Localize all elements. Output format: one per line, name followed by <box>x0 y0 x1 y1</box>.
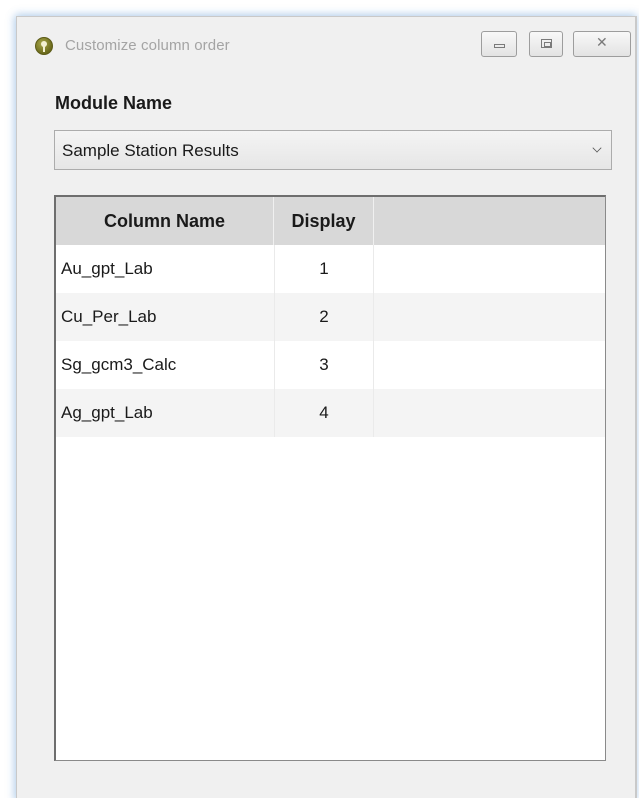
minimize-icon <box>494 44 505 48</box>
chevron-down-icon <box>592 143 602 153</box>
column-header-filler <box>374 197 605 245</box>
window-title: Customize column order <box>65 37 230 54</box>
table-row[interactable]: Sg_gcm3_Calc 3 <box>56 341 605 389</box>
maximize-button[interactable] <box>529 31 563 57</box>
close-button[interactable]: ✕ <box>573 31 631 57</box>
table-row[interactable]: Au_gpt_Lab 1 <box>56 245 605 293</box>
cell-display-order[interactable]: 1 <box>274 245 374 293</box>
cell-display-order[interactable]: 3 <box>274 341 374 389</box>
close-icon: ✕ <box>596 35 608 51</box>
column-header-display[interactable]: Display <box>274 197 374 245</box>
module-select-value: Sample Station Results <box>62 141 239 160</box>
minimize-button[interactable] <box>481 31 517 57</box>
grid-header: Column Name Display <box>56 197 605 245</box>
column-header-column-name[interactable]: Column Name <box>56 197 274 245</box>
maximize-icon <box>541 39 552 48</box>
column-order-grid: Column Name Display Au_gpt_Lab 1 Cu_Per_… <box>54 195 606 761</box>
cell-display-order[interactable]: 4 <box>274 389 374 437</box>
module-name-label: Module Name <box>55 93 173 113</box>
app-info-icon <box>35 37 53 55</box>
cell-column-name[interactable]: Au_gpt_Lab <box>61 245 153 293</box>
cell-column-name[interactable]: Ag_gpt_Lab <box>61 389 153 437</box>
module-name-select[interactable]: Sample Station Results <box>54 130 612 170</box>
title-bar[interactable]: Customize column order ✕ <box>17 17 635 77</box>
cell-column-name[interactable]: Sg_gcm3_Calc <box>61 341 176 389</box>
cell-display-order[interactable]: 2 <box>274 293 374 341</box>
table-row[interactable]: Ag_gpt_Lab 4 <box>56 389 605 437</box>
table-row[interactable]: Cu_Per_Lab 2 <box>56 293 605 341</box>
cell-column-name[interactable]: Cu_Per_Lab <box>61 293 156 341</box>
customize-column-order-dialog: Customize column order ✕ Module Name Sam… <box>16 16 637 798</box>
